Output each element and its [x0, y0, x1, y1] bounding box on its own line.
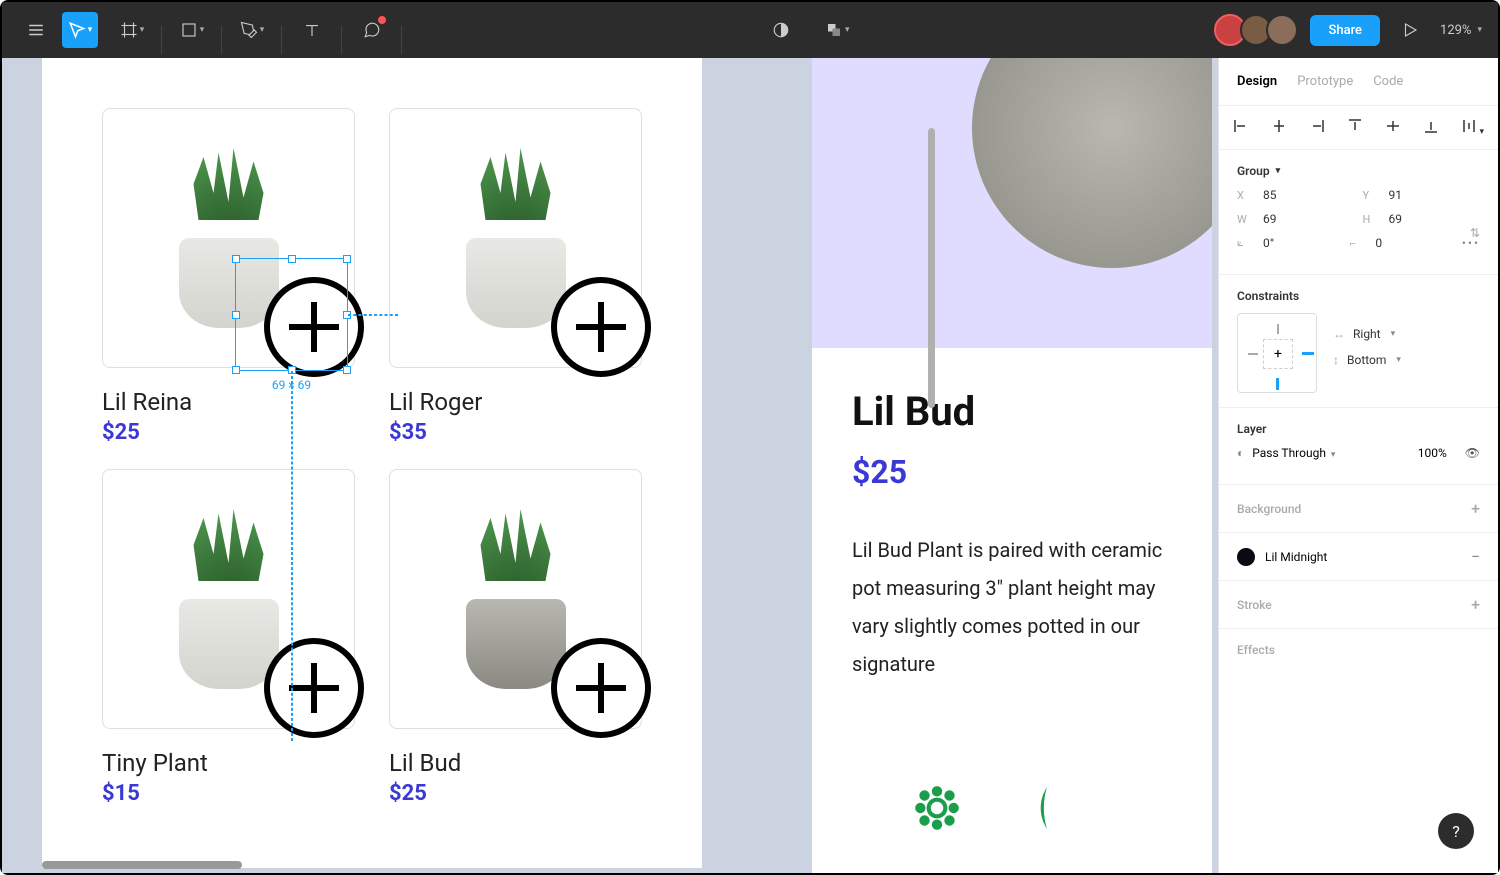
- align-top-icon[interactable]: [1347, 118, 1363, 137]
- product-image-placeholder: [972, 58, 1212, 268]
- color-swatch[interactable]: [1237, 548, 1255, 566]
- product-card[interactable]: Tiny Plant $15: [102, 469, 355, 806]
- add-icon[interactable]: [551, 277, 651, 377]
- guide-line: [291, 371, 293, 741]
- stroke-section: Stroke: [1237, 598, 1272, 612]
- angle-icon: ⟀: [1237, 236, 1253, 250]
- detail-description: Lil Bud Plant is paired with ceramic pot…: [852, 531, 1172, 683]
- toolbar: ▾ ▾ ▾ ▾ ▾: [2, 2, 1498, 58]
- tab-code[interactable]: Code: [1373, 74, 1403, 89]
- distribute-icon[interactable]: ▾: [1461, 118, 1484, 137]
- corner-input[interactable]: 0: [1375, 236, 1453, 250]
- remove-color-icon[interactable]: −: [1471, 547, 1480, 566]
- detail-title: Lil Bud: [852, 388, 1172, 435]
- add-stroke-icon[interactable]: +: [1471, 595, 1480, 614]
- comment-tool[interactable]: [354, 12, 390, 48]
- height-input[interactable]: 69: [1389, 212, 1481, 226]
- pen-tool[interactable]: ▾: [234, 12, 270, 48]
- present-button[interactable]: [1392, 12, 1428, 48]
- align-right-icon[interactable]: [1309, 118, 1325, 137]
- resize-handle[interactable]: [343, 255, 351, 263]
- width-input[interactable]: 69: [1263, 212, 1355, 226]
- help-button[interactable]: ?: [1438, 813, 1474, 849]
- product-card[interactable]: Lil Roger $35: [389, 108, 642, 445]
- text-tool[interactable]: [294, 12, 330, 48]
- layer-type-dropdown[interactable]: Group ▾: [1237, 164, 1480, 178]
- avatar[interactable]: [1266, 14, 1298, 46]
- share-button[interactable]: Share: [1310, 15, 1380, 46]
- shape-tool[interactable]: ▾: [174, 12, 210, 48]
- x-input[interactable]: 85: [1263, 188, 1355, 202]
- blend-mode-select[interactable]: Pass Through ▾: [1252, 446, 1335, 460]
- product-price: $25: [102, 420, 355, 445]
- zoom-value: 129%: [1440, 23, 1471, 38]
- component-tool[interactable]: ▾: [819, 12, 855, 48]
- tab-design[interactable]: Design: [1237, 74, 1277, 89]
- scrollbar-vertical[interactable]: [928, 128, 935, 408]
- artboard-detail: Lil Bud $25 Lil Bud Plant is paired with…: [812, 58, 1212, 868]
- constraint-v-select[interactable]: ↕ Bottom ▾: [1333, 353, 1480, 367]
- product-name: Lil Roger: [389, 388, 642, 416]
- resize-handle[interactable]: [232, 255, 240, 263]
- y-input[interactable]: 91: [1389, 188, 1481, 202]
- add-icon[interactable]: [264, 638, 364, 738]
- scrollbar-horizontal[interactable]: [42, 861, 242, 869]
- align-bottom-icon[interactable]: [1423, 118, 1439, 137]
- badge-icon: [1022, 783, 1072, 833]
- constraint-h-select[interactable]: ↔ Right ▾: [1333, 327, 1480, 341]
- properties-panel: Design Prototype Code ▾ Group ▾ X85 Y91 …: [1218, 58, 1498, 873]
- resize-handle[interactable]: [288, 255, 296, 263]
- align-hcenter-icon[interactable]: [1271, 118, 1287, 137]
- resize-handle[interactable]: [232, 366, 240, 374]
- product-price: $15: [102, 781, 355, 806]
- product-name: Lil Bud: [389, 749, 642, 777]
- align-left-icon[interactable]: [1233, 118, 1249, 137]
- contrast-icon[interactable]: [763, 12, 799, 48]
- move-tool[interactable]: ▾: [62, 12, 98, 48]
- product-name: Tiny Plant: [102, 749, 355, 777]
- resize-handle[interactable]: [343, 366, 351, 374]
- layer-section-title: Layer: [1237, 422, 1480, 436]
- product-card[interactable]: Lil Bud $25: [389, 469, 642, 806]
- blend-mode-icon: ◐: [1237, 446, 1244, 460]
- product-price: $25: [389, 781, 642, 806]
- visibility-icon[interactable]: 👁: [1465, 446, 1480, 460]
- background-section: Background: [1237, 502, 1301, 516]
- opacity-input[interactable]: 100%: [1418, 446, 1447, 460]
- resize-handle[interactable]: [232, 311, 240, 319]
- constraint-widget[interactable]: +: [1237, 313, 1317, 393]
- effects-section: Effects: [1237, 643, 1275, 657]
- collaborator-avatars[interactable]: [1220, 14, 1298, 46]
- badge-icon: [912, 783, 962, 833]
- product-name: Lil Reina: [102, 388, 355, 416]
- artboard-products: Lil Reina $25 Lil Roger $35: [42, 58, 702, 868]
- tab-prototype[interactable]: Prototype: [1297, 74, 1353, 89]
- notification-dot-icon: [378, 16, 386, 24]
- guide-line: [348, 314, 398, 316]
- frame-tool[interactable]: ▾: [114, 12, 150, 48]
- zoom-control[interactable]: 129% ▾: [1440, 23, 1482, 38]
- corner-radius-icon: ⌐: [1349, 237, 1365, 250]
- menu-button[interactable]: [18, 12, 54, 48]
- align-vcenter-icon[interactable]: [1385, 118, 1401, 137]
- link-dimensions-icon[interactable]: ⇅: [1470, 226, 1480, 240]
- color-name: Lil Midnight: [1265, 550, 1327, 564]
- product-price: $35: [389, 420, 642, 445]
- add-icon[interactable]: [551, 638, 651, 738]
- add-background-icon[interactable]: +: [1471, 499, 1480, 518]
- rotation-input[interactable]: 0°: [1263, 236, 1341, 250]
- detail-price: $25: [852, 453, 1172, 491]
- canvas[interactable]: Lil Reina $25 Lil Roger $35: [2, 58, 1218, 873]
- constraints-title: Constraints: [1237, 289, 1480, 303]
- selection-box[interactable]: 69 × 69: [235, 258, 348, 371]
